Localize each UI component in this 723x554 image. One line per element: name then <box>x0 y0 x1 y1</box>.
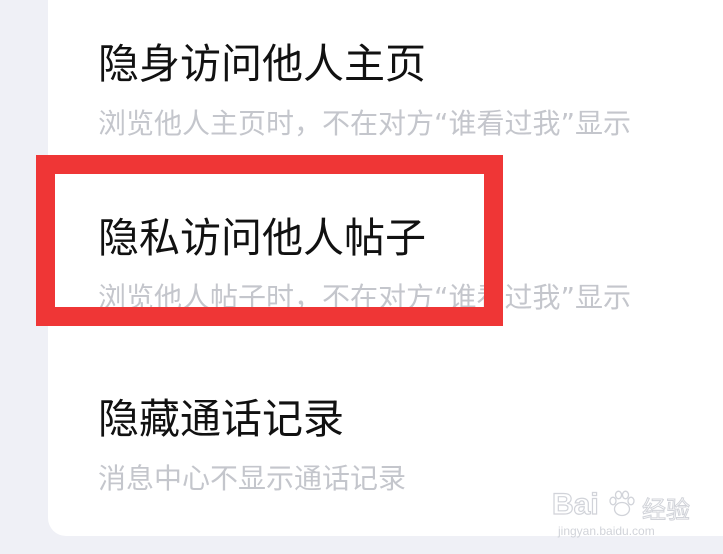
baidu-jingyan-watermark: Bai 经验 jingyan.baidu.com <box>548 486 698 542</box>
setting-description: 浏览他人主页时，不在对方“谁看过我”显示 <box>98 107 632 140</box>
watermark-jingyan: 经验 <box>642 496 691 525</box>
setting-item-invisible-visit-homepage[interactable]: 隐身访问他人主页 浏览他人主页时，不在对方“谁看过我”显示 <box>98 39 718 149</box>
watermark-url: jingyan.baidu.com <box>558 524 655 538</box>
setting-description: 消息中心不显示通话记录 <box>98 462 407 495</box>
watermark-brand: Bai <box>551 487 599 521</box>
setting-title: 隐藏通话记录 <box>98 395 344 443</box>
setting-title: 隐私访问他人帖子 <box>98 214 426 262</box>
baidu-paw-icon <box>609 490 635 517</box>
setting-title: 隐身访问他人主页 <box>98 40 426 88</box>
setting-item-private-visit-posts[interactable]: 隐私访问他人帖子 浏览他人帖子时，不在对方“谁看过我”显示 <box>98 213 718 323</box>
setting-description: 浏览他人帖子时，不在对方“谁看过我”显示 <box>98 281 632 314</box>
